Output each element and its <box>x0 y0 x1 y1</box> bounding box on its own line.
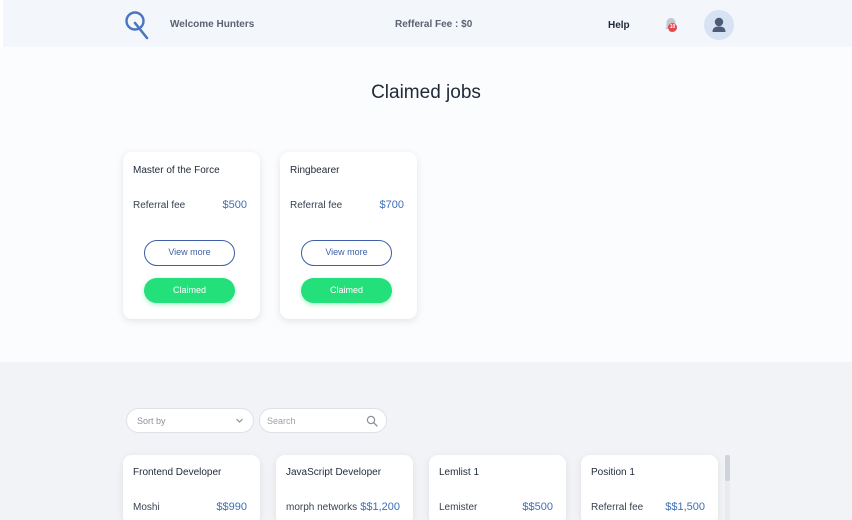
help-link[interactable]: Help <box>608 20 630 31</box>
page-title: Claimed jobs <box>371 82 481 103</box>
chevron-down-icon <box>236 418 243 423</box>
fee-value: $$500 <box>522 501 553 513</box>
job-card[interactable]: Lemlist 1 Lemister $$500 <box>429 455 566 520</box>
search-box <box>259 408 387 433</box>
fee-label: Referral fee <box>290 200 343 211</box>
job-title: Lemlist 1 <box>439 467 480 478</box>
job-title: Frontend Developer <box>133 467 222 478</box>
claimed-button[interactable]: Claimed <box>301 278 392 303</box>
claimed-button[interactable]: Claimed <box>144 278 235 303</box>
job-title: Ringbearer <box>290 165 340 176</box>
job-title: Position 1 <box>591 467 635 478</box>
fee-value: $$990 <box>216 501 247 513</box>
scrollbar-thumb[interactable] <box>725 455 730 481</box>
job-card[interactable]: JavaScript Developer morph networks $$1,… <box>276 455 413 520</box>
job-title: Master of the Force <box>133 165 220 176</box>
user-avatar-icon <box>712 17 726 32</box>
logo-q-icon[interactable] <box>124 10 150 40</box>
scrollbar[interactable] <box>725 455 730 520</box>
referral-fee-total: Refferal Fee : $0 <box>395 19 473 30</box>
claimed-job-card: Ringbearer Referral fee $700 View more C… <box>280 152 417 319</box>
claimed-job-card: Master of the Force Referral fee $500 Vi… <box>123 152 260 319</box>
search-icon[interactable] <box>366 415 378 427</box>
view-more-button[interactable]: View more <box>301 240 392 266</box>
company-name: morph networks <box>286 502 358 513</box>
search-input[interactable] <box>267 413 363 429</box>
fee-value: $500 <box>222 199 247 211</box>
job-card[interactable]: Position 1 Referral fee $$1,500 <box>581 455 718 520</box>
user-avatar[interactable] <box>704 10 734 40</box>
job-title: JavaScript Developer <box>286 467 382 478</box>
view-more-button[interactable]: View more <box>144 240 235 266</box>
sort-label: Sort by <box>137 416 166 426</box>
fee-value: $$1,500 <box>665 501 705 513</box>
company-name: Moshi <box>133 502 160 513</box>
fee-label: Referral fee <box>133 200 186 211</box>
welcome-text: Welcome Hunters <box>170 19 255 30</box>
job-card[interactable]: Frontend Developer Moshi $$990 <box>123 455 260 520</box>
fee-value: $700 <box>379 199 404 211</box>
company-name: Lemister <box>439 502 478 513</box>
sort-dropdown[interactable]: Sort by <box>126 408 254 433</box>
company-name: Referral fee <box>591 502 644 513</box>
notification-badge: 10 <box>668 23 677 32</box>
fee-value: $$1,200 <box>360 501 400 513</box>
